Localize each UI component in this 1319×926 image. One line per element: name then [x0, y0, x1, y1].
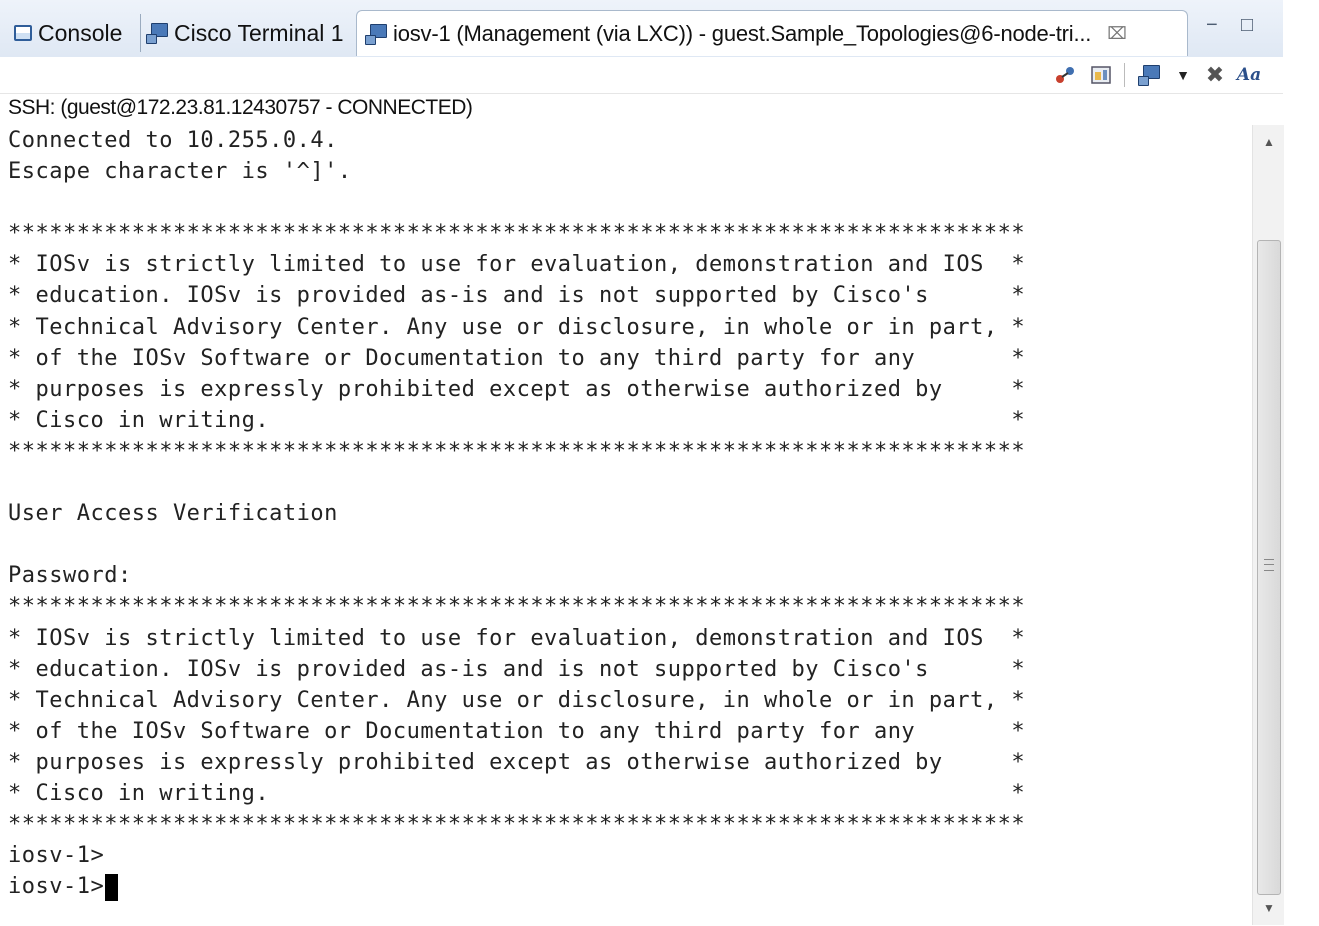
- terminal-line: * Cisco in writing. *: [8, 407, 1026, 433]
- terminal-line: Escape character is '^]'.: [8, 159, 352, 185]
- console-icon: [14, 25, 32, 41]
- tab-bar: Console Cisco Terminal 1 iosv-1 (Managem…: [0, 0, 1283, 58]
- terminal-line: * IOSv is strictly limited to use for ev…: [8, 625, 1026, 651]
- terminal-line: * IOSv is strictly limited to use for ev…: [8, 252, 1026, 278]
- terminal-prompt-line[interactable]: iosv-1>: [8, 871, 1253, 902]
- dropdown-icon[interactable]: ▼: [1172, 64, 1194, 86]
- toolbar-separator: [1124, 63, 1125, 87]
- scroll-thumb[interactable]: [1257, 240, 1281, 895]
- prompt-text: iosv-1>: [8, 874, 105, 900]
- terminal-line: * education. IOSv is provided as-is and …: [8, 283, 1026, 309]
- cursor: [105, 873, 119, 901]
- terminal-line: ****************************************…: [8, 594, 1026, 620]
- terminal-line: * purposes is expressly prohibited excep…: [8, 749, 1026, 775]
- tab-label: iosv-1 (Management (via LXC)) - guest.Sa…: [393, 20, 1092, 46]
- disconnect-icon[interactable]: ✖: [1204, 62, 1226, 87]
- terminal-line: Password:: [8, 563, 132, 589]
- terminal-icon[interactable]: [1138, 64, 1160, 86]
- terminal-line: * education. IOSv is provided as-is and …: [8, 656, 1026, 682]
- terminal-line: * of the IOSv Software or Documentation …: [8, 345, 1026, 371]
- grip-icon: [1264, 559, 1274, 571]
- connection-status: SSH: (guest@172.23.81.12430757 - CONNECT…: [8, 96, 473, 119]
- terminal-icon: [146, 23, 168, 44]
- scroll-down-icon[interactable]: ▼: [1263, 901, 1275, 915]
- tab-cisco-terminal-1[interactable]: Cisco Terminal 1: [146, 10, 344, 56]
- terminal-line: User Access Verification: [8, 501, 338, 527]
- connect-icon[interactable]: [1054, 64, 1076, 86]
- scroll-up-icon[interactable]: ▲: [1263, 135, 1275, 149]
- terminal-line: * Technical Advisory Center. Any use or …: [8, 687, 1026, 713]
- close-icon[interactable]: ⌧: [1107, 24, 1127, 44]
- tab-label: Console: [38, 19, 123, 46]
- terminal-line: ****************************************…: [8, 221, 1026, 247]
- terminal-output[interactable]: Connected to 10.255.0.4. Escape character…: [8, 125, 1253, 915]
- terminal-line: ****************************************…: [8, 812, 1026, 838]
- terminal-line: ****************************************…: [8, 438, 1026, 464]
- maximize-button[interactable]: □: [1241, 14, 1253, 37]
- terminal-line: * of the IOSv Software or Documentation …: [8, 718, 1026, 744]
- terminal-line: * Technical Advisory Center. Any use or …: [8, 314, 1026, 340]
- minimize-button[interactable]: −: [1206, 14, 1218, 37]
- terminal-line: * Cisco in writing. *: [8, 780, 1026, 806]
- terminal-line: * purposes is expressly prohibited excep…: [8, 376, 1026, 402]
- tab-separator: [140, 14, 141, 52]
- tab-console[interactable]: Console: [14, 10, 122, 56]
- terminal-line: Connected to 10.255.0.4.: [8, 128, 338, 153]
- window-edge: [1284, 0, 1319, 926]
- vertical-scrollbar[interactable]: ▲ ▼: [1252, 125, 1285, 925]
- tab-iosv-1[interactable]: iosv-1 (Management (via LXC)) - guest.Sa…: [356, 10, 1188, 56]
- terminal-line: iosv-1>: [8, 843, 105, 869]
- terminal-icon: [365, 23, 387, 45]
- toolbar: ▼ ✖ Aa: [0, 57, 1283, 94]
- settings-icon[interactable]: [1090, 64, 1112, 86]
- font-icon[interactable]: Aa: [1237, 64, 1261, 86]
- tab-label: Cisco Terminal 1: [174, 19, 344, 46]
